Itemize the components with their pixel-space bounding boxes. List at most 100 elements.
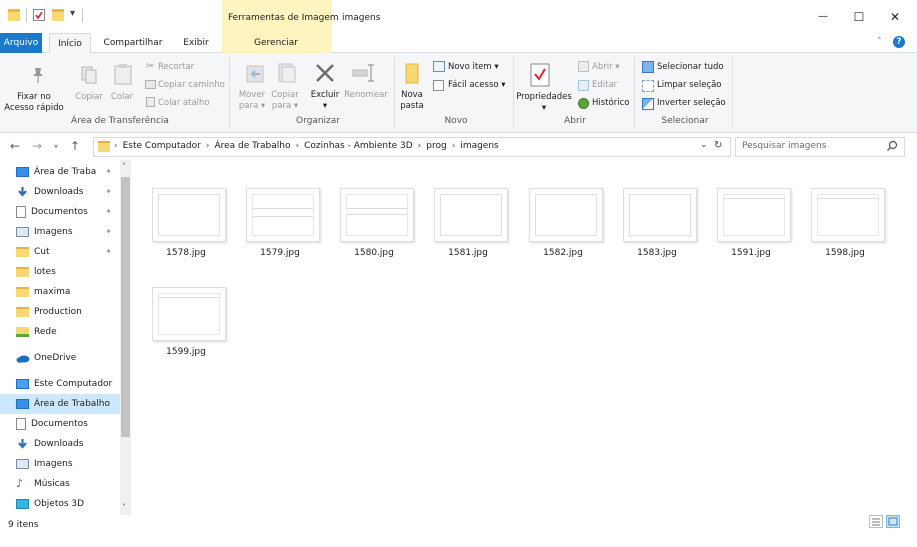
back-button[interactable]: ←: [10, 139, 20, 153]
nav-item-this-pc[interactable]: Este Computador: [0, 374, 120, 394]
pin-quick-access-button[interactable]: Fixar no Acesso rápido: [0, 92, 68, 114]
nav-item-downloads[interactable]: Downloads: [0, 434, 120, 454]
title-bar: ▾: [0, 0, 917, 33]
paste-shortcut-button[interactable]: Colar atalho: [158, 98, 210, 109]
large-icons-view-button[interactable]: [886, 515, 900, 528]
maximize-button[interactable]: ☐: [841, 0, 877, 33]
close-button[interactable]: ✕: [877, 0, 913, 33]
breadcrumb-item[interactable]: Área de Trabalho: [214, 141, 290, 151]
new-item-button[interactable]: Novo item ▾: [448, 62, 499, 73]
tab-gerenciar[interactable]: Gerenciar: [246, 33, 306, 53]
thumbnail: [529, 188, 603, 242]
nav-item-desktop[interactable]: Área de Trabalho: [0, 394, 120, 414]
search-box[interactable]: Pesquisar imagens: [735, 137, 905, 157]
breadcrumb-item[interactable]: Cozinhas - Ambiente 3D: [304, 141, 413, 151]
file-name: 1582.jpg: [543, 248, 583, 258]
nav-item-downloads-quick[interactable]: Downloads ✦: [0, 182, 120, 202]
tab-compartilhar[interactable]: Compartilhar: [99, 33, 167, 53]
file-item[interactable]: 1580.jpg: [321, 160, 414, 258]
file-item[interactable]: 1582.jpg: [510, 160, 603, 258]
nav-item-pictures-quick[interactable]: Imagens ✦: [0, 222, 120, 242]
pin-icon: ✦: [105, 187, 112, 196]
file-item[interactable]: 1581.jpg: [415, 160, 508, 258]
open-icon: [578, 61, 589, 72]
nav-item-lotes[interactable]: lotes: [0, 262, 120, 282]
copy-to-button[interactable]: Copiar para ▾: [268, 90, 302, 112]
search-icon[interactable]: [886, 139, 898, 156]
tab-exibir[interactable]: Exibir: [178, 33, 214, 53]
nav-item-label: Área de Traba: [34, 167, 97, 177]
edit-button[interactable]: Editar: [592, 80, 617, 91]
cut-button[interactable]: Recortar: [158, 62, 194, 73]
tab-inicio[interactable]: Início: [49, 33, 91, 54]
nav-item-label: Este Computador: [34, 379, 113, 389]
collapse-ribbon-icon[interactable]: ˄: [877, 37, 882, 47]
breadcrumb-item[interactable]: imagens: [460, 141, 498, 151]
file-item[interactable]: 1599.jpg: [133, 259, 226, 357]
details-view-button[interactable]: [869, 515, 883, 528]
nav-item-pictures[interactable]: Imagens: [0, 454, 120, 474]
delete-button[interactable]: Excluir ▾: [306, 90, 344, 112]
pin-icon: ✦: [105, 247, 112, 256]
nav-scrollbar-thumb[interactable]: [121, 177, 130, 437]
history-button[interactable]: Histórico: [592, 98, 629, 109]
invert-selection-button[interactable]: Inverter seleção: [657, 98, 726, 109]
qat-dropdown-icon[interactable]: ▾: [70, 8, 75, 19]
paste-icon: [114, 63, 132, 88]
nav-item-production[interactable]: Production: [0, 302, 120, 322]
help-icon[interactable]: ?: [893, 36, 905, 48]
address-bar[interactable]: › Este Computador › Área de Trabalho › C…: [93, 137, 731, 157]
select-none-button[interactable]: Limpar seleção: [657, 80, 722, 91]
group-separator: [634, 57, 635, 129]
forward-button[interactable]: →: [32, 139, 42, 153]
properties-button[interactable]: Propriedades ▾: [514, 92, 574, 114]
copy-button[interactable]: Copiar: [74, 92, 104, 103]
desktop-icon: [16, 167, 29, 177]
nav-item-music[interactable]: ♪ Músicas: [0, 474, 120, 494]
easy-access-button[interactable]: Fácil acesso ▾: [448, 80, 506, 91]
file-list: 1578.jpg 1579.jpg 1580.jpg 1581.jpg 1582…: [131, 160, 917, 515]
file-item[interactable]: 1579.jpg: [227, 160, 320, 258]
refresh-icon[interactable]: ↻: [714, 140, 722, 151]
select-all-button[interactable]: Selecionar tudo: [657, 62, 724, 73]
scroll-down-icon[interactable]: ˅: [122, 503, 126, 512]
nav-item-label: Documentos: [31, 207, 88, 217]
file-item[interactable]: 1591.jpg: [698, 160, 791, 258]
properties-qat-icon[interactable]: [33, 9, 45, 21]
nav-item-documents-quick[interactable]: Documentos ✦: [0, 202, 120, 222]
tab-arquivo[interactable]: Arquivo: [0, 33, 42, 53]
nav-item-rede[interactable]: Rede: [0, 322, 120, 342]
nav-item-label: Imagens: [34, 227, 73, 237]
music-icon: ♪: [16, 477, 24, 490]
onedrive-icon: [16, 353, 30, 363]
rename-button[interactable]: Renomear: [342, 90, 390, 101]
nav-item-onedrive[interactable]: OneDrive: [0, 348, 120, 368]
status-bar: [0, 515, 917, 547]
nav-item-desktop-quick[interactable]: Área de Traba ✦: [0, 162, 120, 182]
nav-item-3d-objects[interactable]: Objetos 3D: [0, 494, 120, 514]
separator: [26, 8, 27, 22]
minimize-icon: —: [818, 11, 828, 22]
open-button[interactable]: Abrir ▾: [592, 62, 620, 73]
move-to-button[interactable]: Mover para ▾: [236, 90, 268, 112]
scroll-up-icon[interactable]: ˄: [122, 162, 126, 171]
copy-path-button[interactable]: Copiar caminho: [158, 80, 225, 91]
nav-item-documents[interactable]: Documentos: [0, 414, 120, 434]
forward-arrow-icon: →: [32, 139, 43, 153]
breadcrumb-item[interactable]: Este Computador: [123, 141, 201, 151]
file-item[interactable]: 1578.jpg: [133, 160, 226, 258]
breadcrumb-item[interactable]: prog: [426, 141, 446, 151]
nav-item-maxima[interactable]: maxima: [0, 282, 120, 302]
nav-item-cut[interactable]: Cut ✦: [0, 242, 120, 262]
file-item[interactable]: 1598.jpg: [792, 160, 885, 258]
address-dropdown-icon[interactable]: ⌄: [700, 140, 708, 150]
paste-button[interactable]: Colar: [108, 92, 136, 103]
file-name: 1598.jpg: [825, 248, 865, 258]
minimize-button[interactable]: —: [805, 0, 841, 33]
file-item[interactable]: 1583.jpg: [604, 160, 697, 258]
up-button[interactable]: ↑: [70, 139, 80, 153]
new-folder-qat-icon[interactable]: [52, 9, 64, 21]
nav-item-label: Documentos: [31, 419, 88, 429]
recent-locations-button[interactable]: ▾: [54, 142, 58, 151]
new-folder-button[interactable]: Nova pasta: [398, 90, 426, 112]
